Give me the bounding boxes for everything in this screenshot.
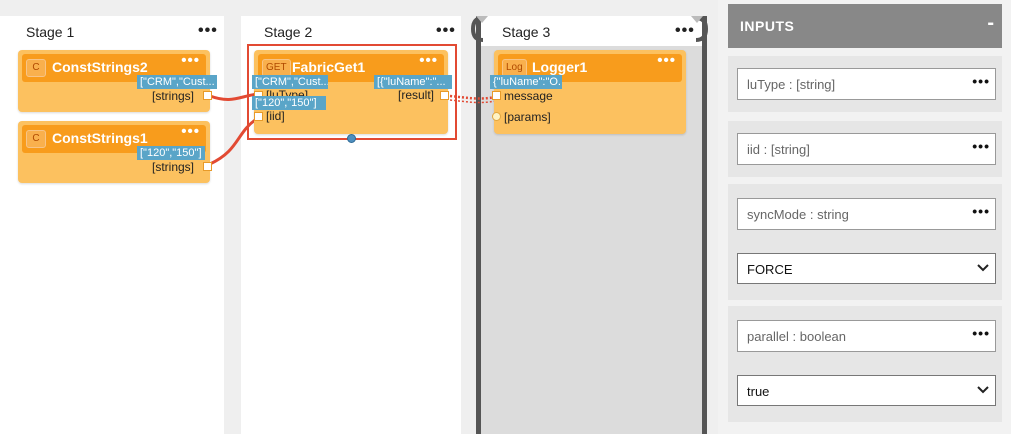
input-pill-message: {"luName":"O... (490, 75, 562, 89)
field-label: parallel : boolean (747, 329, 847, 344)
more-horizontal-icon[interactable]: ••• (181, 123, 200, 140)
syncmode-select[interactable]: FORCE (737, 253, 996, 284)
input-section-iid: iid : [string] ••• (728, 121, 1002, 177)
output-port[interactable] (203, 91, 212, 100)
more-horizontal-icon[interactable]: ••• (419, 52, 438, 69)
output-port-label: [result] (398, 88, 435, 102)
input-section-parallel: parallel : boolean ••• true (728, 306, 1002, 422)
actor-name: FabricGet1 (292, 59, 366, 75)
actor-fabric-get1[interactable]: GET FabricGet1 ••• ["CRM","Cust... [{"lu… (252, 50, 452, 134)
actor-const-strings2[interactable]: C ConstStrings2 ••• ["CRM","Cust... [str… (18, 50, 217, 112)
lutype-field[interactable]: luType : [string] ••• (737, 68, 996, 100)
output-port[interactable] (203, 162, 212, 171)
input-port-label: [params] (504, 110, 551, 124)
value-pill: ["CRM","Cust... (137, 75, 217, 89)
panel-header: INPUTS - (728, 4, 1002, 48)
input-port-label: message (504, 89, 553, 103)
parallel-select[interactable]: true (737, 375, 996, 406)
input-port-label: [iid] (266, 109, 285, 123)
output-port-label: [strings] (152, 89, 195, 103)
output-port-result[interactable] (440, 91, 449, 100)
more-horizontal-icon[interactable]: ••• (972, 203, 990, 219)
field-label: luType : [string] (747, 77, 836, 92)
parallel-field[interactable]: parallel : boolean ••• (737, 320, 996, 352)
input-pill-iid: ["120","150"] (252, 96, 326, 110)
actor-const-strings1[interactable]: C ConstStrings1 ••• ["120","150"] [strin… (18, 121, 212, 183)
input-port-iid[interactable] (254, 112, 263, 121)
chevron-down-icon (977, 264, 989, 272)
collapse-icon[interactable]: - (987, 12, 994, 35)
output-port-label: [strings] (152, 160, 195, 174)
inputs-panel: INPUTS - luType : [string] ••• iid : [st… (718, 0, 1011, 434)
more-horizontal-icon[interactable]: ••• (972, 73, 990, 89)
more-horizontal-icon[interactable]: ••• (972, 138, 990, 154)
output-pill-result: [{"luName":"... (374, 75, 452, 89)
const-badge: C (26, 130, 46, 148)
more-horizontal-icon[interactable]: ••• (972, 325, 990, 341)
iid-field[interactable]: iid : [string] ••• (737, 133, 996, 165)
input-pill-lutype: ["CRM","Cust... (252, 75, 328, 89)
connection-handle[interactable] (347, 134, 356, 143)
more-horizontal-icon[interactable]: ••• (657, 52, 676, 69)
field-label: syncMode : string (747, 207, 849, 222)
field-label: iid : [string] (747, 142, 810, 157)
input-port-params[interactable] (492, 112, 501, 121)
chevron-down-icon (977, 386, 989, 394)
actor-name: ConstStrings2 (52, 59, 148, 75)
select-value: FORCE (747, 262, 793, 277)
input-port-message[interactable] (492, 91, 501, 100)
value-pill: ["120","150"] (137, 146, 205, 160)
select-value: true (747, 384, 770, 399)
actor-name: ConstStrings1 (52, 130, 148, 146)
actor-logger1[interactable]: Log Logger1 ••• {"luName":"O... message … (490, 50, 686, 134)
panel-title: INPUTS (740, 18, 795, 34)
const-badge: C (26, 59, 46, 77)
actor-name: Logger1 (532, 59, 588, 75)
input-section-lutype: luType : [string] ••• (728, 56, 1002, 112)
syncmode-field[interactable]: syncMode : string ••• (737, 198, 996, 230)
more-horizontal-icon[interactable]: ••• (181, 52, 200, 69)
input-section-syncmode: syncMode : string ••• FORCE (728, 184, 1002, 300)
